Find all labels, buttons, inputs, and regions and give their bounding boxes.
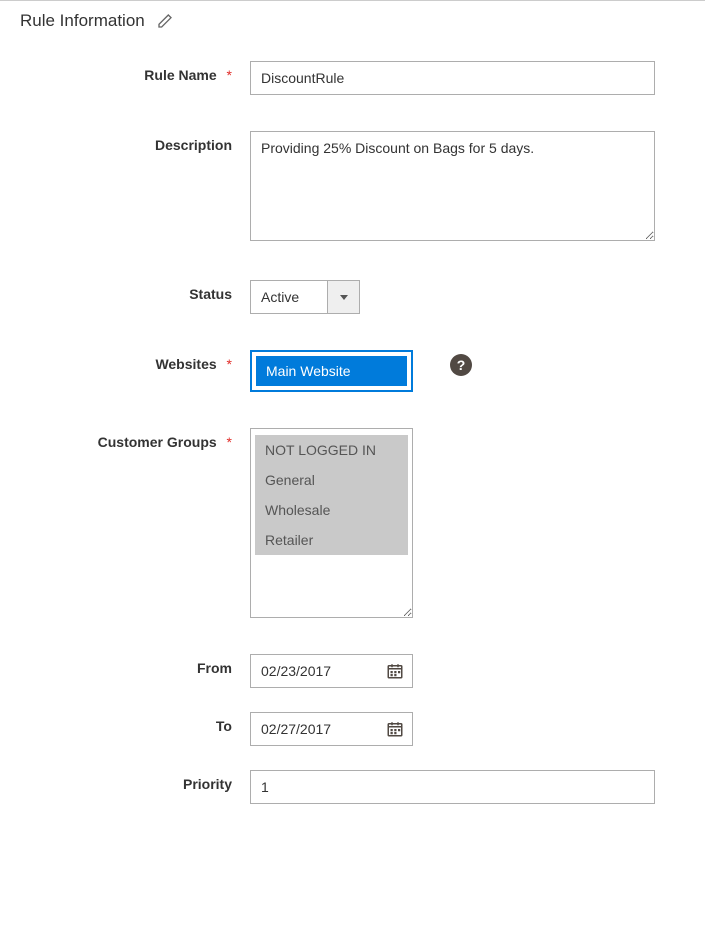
required-asterisk: *	[227, 67, 232, 83]
help-icon[interactable]: ?	[450, 354, 472, 376]
description-textarea[interactable]: Providing 25% Discount on Bags for 5 day…	[250, 131, 655, 241]
row-websites: Websites * Main Website ?	[20, 350, 685, 392]
customer-group-option[interactable]: Retailer	[255, 525, 408, 555]
calendar-icon[interactable]	[386, 662, 404, 680]
status-select[interactable]: Active	[250, 280, 360, 314]
customer-groups-listbox[interactable]: NOT LOGGED IN General Wholesale Retailer	[250, 428, 413, 618]
label-status: Status	[20, 280, 250, 302]
section-title: Rule Information	[20, 11, 145, 31]
row-customer-groups: Customer Groups * NOT LOGGED IN General …	[20, 428, 685, 618]
label-from: From	[20, 654, 250, 676]
from-date-input[interactable]	[261, 663, 361, 679]
label-customer-groups-text: Customer Groups	[98, 434, 217, 450]
customer-group-option[interactable]: Wholesale	[255, 495, 408, 525]
chevron-down-icon	[340, 295, 348, 300]
required-asterisk: *	[227, 356, 232, 372]
to-date-field[interactable]	[250, 712, 413, 746]
status-select-value: Active	[251, 281, 327, 313]
required-asterisk: *	[227, 434, 232, 450]
section-header: Rule Information	[0, 1, 705, 61]
row-to: To	[20, 712, 685, 746]
form: Rule Name * Description Providing 25% Di…	[0, 61, 705, 870]
customer-group-option[interactable]: General	[255, 465, 408, 495]
row-from: From	[20, 654, 685, 688]
rule-name-input[interactable]	[250, 61, 655, 95]
websites-option-main[interactable]: Main Website	[256, 356, 407, 386]
priority-input[interactable]	[250, 770, 655, 804]
label-description: Description	[20, 131, 250, 153]
label-rule-name: Rule Name *	[20, 61, 250, 83]
label-priority: Priority	[20, 770, 250, 792]
label-customer-groups: Customer Groups *	[20, 428, 250, 450]
label-rule-name-text: Rule Name	[144, 67, 216, 83]
to-date-input[interactable]	[261, 721, 361, 737]
from-date-field[interactable]	[250, 654, 413, 688]
row-description: Description Providing 25% Discount on Ba…	[20, 131, 685, 244]
row-priority: Priority	[20, 770, 685, 804]
customer-group-option[interactable]: NOT LOGGED IN	[255, 435, 408, 465]
label-to: To	[20, 712, 250, 734]
label-websites: Websites *	[20, 350, 250, 372]
status-select-toggle[interactable]	[327, 281, 359, 313]
label-websites-text: Websites	[155, 356, 216, 372]
edit-icon[interactable]	[157, 13, 173, 29]
row-rule-name: Rule Name *	[20, 61, 685, 95]
row-status: Status Active	[20, 280, 685, 314]
calendar-icon[interactable]	[386, 720, 404, 738]
websites-multiselect[interactable]: Main Website	[250, 350, 413, 392]
